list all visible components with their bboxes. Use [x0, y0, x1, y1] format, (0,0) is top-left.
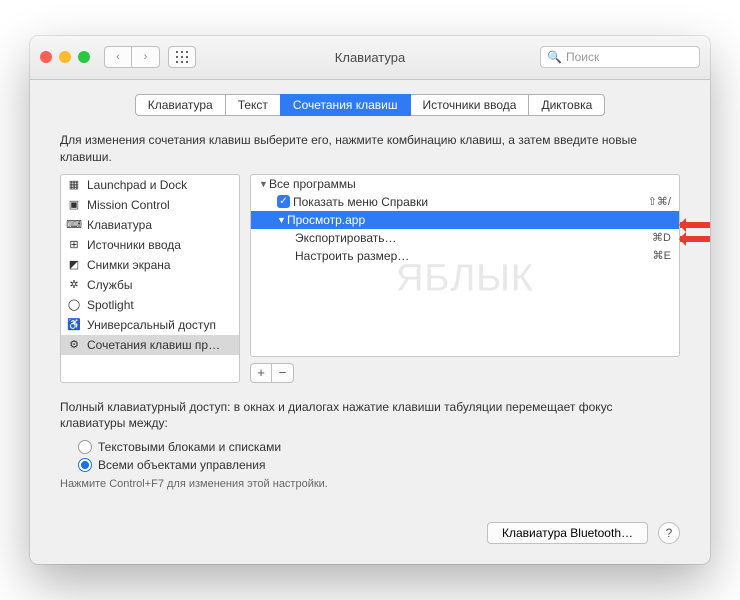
- remove-button[interactable]: −: [272, 363, 294, 383]
- tabbar: Клавиатура Текст Сочетания клавиш Источн…: [60, 94, 680, 116]
- tab-text[interactable]: Текст: [225, 94, 281, 116]
- hint-text: Нажмите Control+F7 для изменения этой на…: [60, 478, 680, 490]
- shortcut-list[interactable]: ▼ Все программы ✓ Показать меню Справки …: [250, 174, 680, 357]
- launchpad-icon: ▦: [67, 178, 81, 192]
- radio-icon[interactable]: [78, 458, 92, 472]
- sidebar-item-spotlight[interactable]: ◯Spotlight: [61, 295, 239, 315]
- tab-dictation[interactable]: Диктовка: [528, 94, 605, 116]
- disclosure-triangle-icon[interactable]: ▼: [277, 215, 287, 225]
- radio-all-controls[interactable]: Всеми объектами управления: [78, 456, 680, 474]
- instruction-text: Для изменения сочетания клавиш выберите …: [60, 132, 680, 166]
- tab-keyboard[interactable]: Клавиатура: [135, 94, 226, 116]
- checkbox-icon[interactable]: ✓: [277, 195, 290, 208]
- group-all-programs[interactable]: ▼ Все программы: [251, 175, 679, 193]
- mission-control-icon: ▣: [67, 198, 81, 212]
- close-icon[interactable]: [40, 51, 52, 63]
- footer: Клавиатура Bluetooth… ?: [30, 508, 710, 564]
- sidebar-item-services[interactable]: ✲Службы: [61, 275, 239, 295]
- group-preview-app[interactable]: ▼ Просмотр.app: [251, 211, 679, 229]
- forward-button[interactable]: ›: [132, 46, 160, 68]
- search-input[interactable]: 🔍 Поиск: [540, 46, 700, 68]
- screenshot-icon: ◩: [67, 258, 81, 272]
- accessibility-icon: ♿: [67, 318, 81, 332]
- sidebar-item-app-shortcuts[interactable]: ⚙Сочетания клавиш пр…: [61, 335, 239, 355]
- radio-group: Текстовыми блоками и списками Всеми объе…: [78, 438, 680, 474]
- traffic-lights: [40, 51, 90, 63]
- search-icon: 🔍: [547, 50, 562, 64]
- shortcut-key[interactable]: ⇧⌘/: [648, 195, 671, 208]
- sidebar-item-input[interactable]: ⊞Источники ввода: [61, 235, 239, 255]
- sidebar-item-accessibility[interactable]: ♿Универсальный доступ: [61, 315, 239, 335]
- shortcut-row-help-menu[interactable]: ✓ Показать меню Справки ⇧⌘/: [251, 193, 679, 211]
- bluetooth-keyboard-button[interactable]: Клавиатура Bluetooth…: [487, 522, 648, 544]
- category-list[interactable]: ▦Launchpad и Dock ▣Mission Control ⌨Клав…: [60, 174, 240, 383]
- sidebar-item-screenshot[interactable]: ◩Снимки экрана: [61, 255, 239, 275]
- spotlight-icon: ◯: [67, 298, 81, 312]
- add-button[interactable]: +: [250, 363, 272, 383]
- preferences-window: ‹ › Клавиатура 🔍 Поиск Клавиатура Текст …: [30, 36, 710, 564]
- shortcut-key[interactable]: ⌘D: [652, 231, 671, 244]
- sidebar-item-keyboard[interactable]: ⌨Клавиатура: [61, 215, 239, 235]
- grid-icon: [176, 51, 188, 63]
- add-remove-buttons: + −: [250, 363, 680, 383]
- nav-buttons: ‹ ›: [104, 46, 160, 68]
- show-all-button[interactable]: [168, 46, 196, 68]
- content: Клавиатура Текст Сочетания клавиш Источн…: [30, 80, 710, 508]
- services-icon: ✲: [67, 278, 81, 292]
- right-area: ▼ Все программы ✓ Показать меню Справки …: [250, 174, 680, 383]
- shortcut-key[interactable]: ⌘E: [653, 249, 671, 262]
- minimize-icon[interactable]: [59, 51, 71, 63]
- tab-shortcuts[interactable]: Сочетания клавиш: [280, 94, 411, 116]
- annotation-arrows: [680, 216, 710, 248]
- radio-text-controls[interactable]: Текстовыми блоками и списками: [78, 438, 680, 456]
- titlebar: ‹ › Клавиатура 🔍 Поиск: [30, 36, 710, 80]
- keyboard-icon: ⌨: [67, 218, 81, 232]
- fka-note: Полный клавиатурный доступ: в окнах и ди…: [60, 399, 680, 433]
- shortcut-row-export[interactable]: Экспортировать… ⌘D: [251, 229, 679, 247]
- input-sources-icon: ⊞: [67, 238, 81, 252]
- panels: ▦Launchpad и Dock ▣Mission Control ⌨Клав…: [60, 174, 680, 383]
- shortcut-row-resize[interactable]: Настроить размер… ⌘E: [251, 247, 679, 265]
- tab-input-sources[interactable]: Источники ввода: [410, 94, 530, 116]
- sidebar-item-launchpad[interactable]: ▦Launchpad и Dock: [61, 175, 239, 195]
- arrow-icon: [680, 220, 710, 230]
- app-shortcuts-icon: ⚙: [67, 338, 81, 352]
- radio-icon[interactable]: [78, 440, 92, 454]
- sidebar-item-mission[interactable]: ▣Mission Control: [61, 195, 239, 215]
- search-placeholder: Поиск: [566, 50, 599, 64]
- back-button[interactable]: ‹: [104, 46, 132, 68]
- help-button[interactable]: ?: [658, 522, 680, 544]
- disclosure-triangle-icon[interactable]: ▼: [259, 179, 269, 189]
- zoom-icon[interactable]: [78, 51, 90, 63]
- arrow-icon: [680, 234, 710, 244]
